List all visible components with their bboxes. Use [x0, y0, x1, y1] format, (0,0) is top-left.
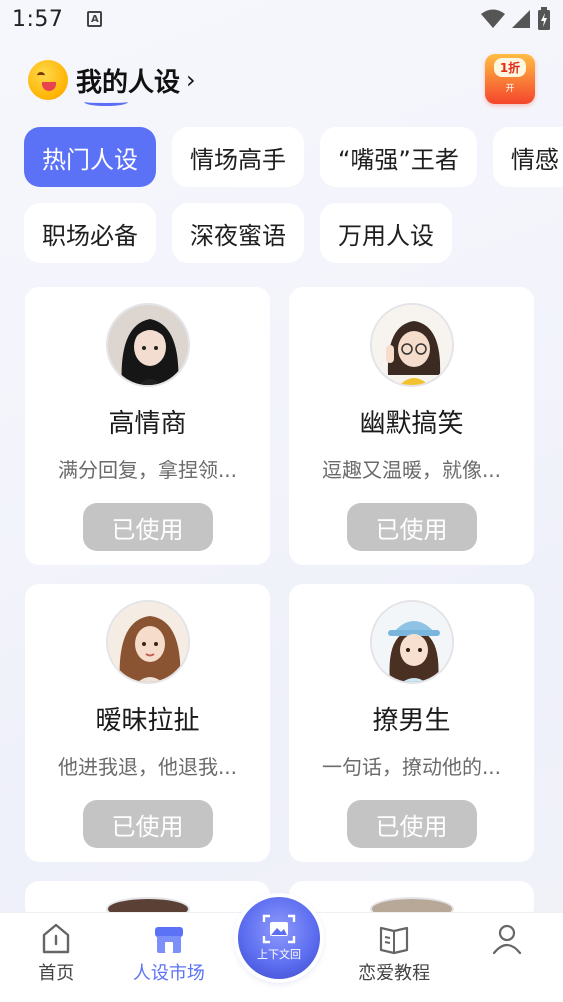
status-time: 1:57: [12, 6, 64, 32]
tab-witty-king[interactable]: “嘴强”王者: [320, 127, 477, 187]
card-title: 撩男生: [372, 706, 451, 736]
tab-universal[interactable]: 万用人设: [320, 203, 452, 263]
battery-icon: [538, 7, 550, 30]
persona-card[interactable]: 暧昧拉扯 他进我退，他退我... 已使用: [25, 584, 270, 862]
card-title: 高情商: [108, 409, 187, 439]
app-notification-icon: A: [87, 11, 103, 27]
used-button[interactable]: 已使用: [82, 503, 213, 551]
discount-label: 1折: [493, 58, 527, 77]
persona-card[interactable]: 撩男生 一句话，撩动他的... 已使用: [289, 584, 534, 862]
wifi-icon: [481, 9, 505, 28]
used-button[interactable]: 已使用: [346, 800, 477, 848]
emoji-face-icon: [28, 60, 68, 100]
title-underline: [84, 98, 128, 106]
card-description: 满分回复，拿捏领...: [57, 458, 238, 482]
used-button[interactable]: 已使用: [82, 800, 213, 848]
store-icon: [154, 927, 183, 953]
persona-card[interactable]: 高情商 满分回复，拿捏领... 已使用: [25, 287, 270, 565]
avatar: [105, 600, 190, 684]
home-icon: [43, 923, 70, 954]
signal-icon: [512, 10, 530, 28]
used-button[interactable]: 已使用: [346, 503, 477, 551]
nav-label: 恋爱教程: [358, 963, 431, 984]
nav-home[interactable]: 首页: [0, 913, 113, 1002]
user-icon: [492, 924, 521, 955]
context-reply-button[interactable]: 上下文回: [238, 897, 320, 979]
nav-persona-market[interactable]: 人设市场: [113, 913, 226, 1002]
discount-sub-label: 开: [505, 84, 515, 94]
tab-love-master[interactable]: 情场高手: [172, 127, 304, 187]
tab-workplace[interactable]: 职场必备: [24, 203, 156, 263]
image-scan-icon: [262, 914, 296, 944]
card-title: 幽默搞笑: [359, 409, 464, 439]
tab-emotion[interactable]: 情感: [492, 127, 563, 187]
card-description: 他进我退，他退我...: [57, 755, 238, 779]
card-description: 逗趣又温暖，就像...: [321, 458, 502, 482]
category-tabs: 热门人设 情场高手 “嘴强”王者 情感 职场必备 深夜蜜语 万用人设: [24, 127, 563, 279]
nav-label: 人设市场: [132, 963, 205, 984]
avatar: [105, 303, 190, 387]
page-header: 我的人设 › 1折 开: [28, 54, 535, 106]
tab-hot-persona[interactable]: 热门人设: [24, 127, 156, 187]
avatar: [369, 600, 454, 684]
status-icons: [481, 7, 551, 31]
nav-label: 首页: [38, 963, 75, 984]
nav-love-tutorial[interactable]: 恋爱教程: [338, 913, 451, 1002]
avatar: [369, 303, 454, 387]
book-icon: [379, 926, 409, 955]
my-persona-title[interactable]: 我的人设: [76, 62, 180, 99]
center-button-label: 上下文回: [257, 948, 301, 961]
discount-badge-button[interactable]: 1折 开: [485, 54, 535, 104]
persona-card[interactable]: 幽默搞笑 逗趣又温暖，就像... 已使用: [289, 287, 534, 565]
nav-profile[interactable]: [450, 913, 563, 1002]
card-description: 一句话，撩动他的...: [321, 755, 502, 779]
status-bar: 1:57 A: [0, 0, 563, 38]
card-title: 暧昧拉扯: [95, 706, 200, 736]
tab-late-night[interactable]: 深夜蜜语: [172, 203, 304, 263]
chevron-right-icon[interactable]: ›: [186, 66, 196, 94]
